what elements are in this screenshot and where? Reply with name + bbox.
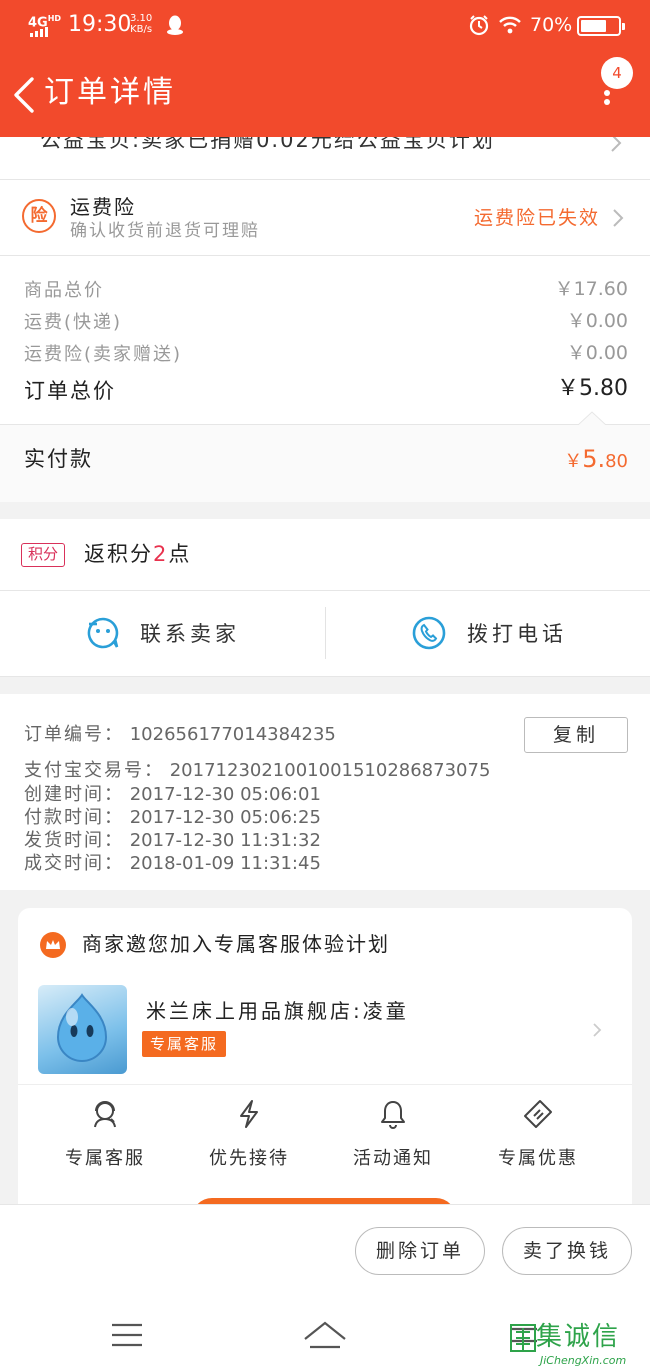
delete-order-button[interactable]: 删除订单 [355, 1227, 485, 1275]
more-menu-icon[interactable] [603, 88, 611, 110]
qq-icon [167, 15, 183, 35]
headset-icon [94, 1101, 116, 1128]
coupon-icon [524, 1100, 552, 1128]
insurance-icon: 险 [22, 199, 56, 233]
network-speed: 3.10 KB/s [130, 13, 153, 35]
contact-seller-label: 联系卖家 [140, 622, 240, 646]
paid-time-row: 付款时间： 2017-12-30 05:06:25 [24, 807, 321, 828]
price-value-shipping: ￥0.00 [566, 310, 628, 332]
chevron-right-icon [593, 1023, 602, 1037]
signal-icon [30, 27, 48, 37]
copy-button[interactable]: 复制 [524, 717, 628, 753]
points-text: 返积分2点 [84, 542, 192, 566]
feature-priority-reception[interactable]: 优先接待 [189, 1098, 309, 1173]
exclusive-service-badge: 专属客服 [142, 1031, 227, 1057]
order-number-row: 订单编号： 102656177014384235 [24, 724, 336, 745]
chevron-right-icon [613, 209, 624, 227]
battery-percent: 70% [530, 14, 573, 36]
phone-icon [412, 616, 446, 650]
charity-row[interactable]: 公益宝贝:卖家已捐赠0.02元给公益宝贝计划 [0, 137, 650, 179]
price-label-insurance: 运费险(卖家赠送) [24, 344, 183, 365]
paid-value: ￥5.80 [564, 445, 628, 473]
promo-title: 商家邀您加入专属客服体验计划 [82, 932, 390, 956]
contact-seller-button[interactable]: 联系卖家 [0, 592, 325, 676]
order-total-value: ￥5.80 [557, 376, 628, 401]
watermark-logo: 集诚信 JiChengXin.com [510, 1318, 650, 1372]
app-header: 4GHD 19:30 3.10 KB/s 70% 订单详情 4 [0, 0, 650, 137]
bell-icon [381, 1101, 405, 1129]
clock: 19:30 [68, 12, 132, 37]
chevron-right-icon [611, 137, 622, 152]
call-phone-label: 拨打电话 [467, 622, 567, 646]
watermark-icon [510, 1324, 536, 1352]
price-label-shipping: 运费(快递) [24, 312, 123, 333]
shop-name[interactable]: 米兰床上用品旗舰店:凌童 [146, 996, 409, 1026]
resell-button[interactable]: 卖了换钱 [502, 1227, 632, 1275]
shipped-time-row: 发货时间： 2017-12-30 11:31:32 [24, 830, 321, 851]
created-time-row: 创建时间： 2017-12-30 05:06:01 [24, 784, 321, 805]
notification-badge[interactable]: 4 [601, 57, 633, 89]
order-total-label: 订单总价 [24, 379, 116, 403]
completed-time-row: 成交时间： 2018-01-09 11:31:45 [24, 853, 321, 874]
alarm-icon [469, 15, 489, 36]
feature-exclusive-service[interactable]: 专属客服 [45, 1098, 165, 1173]
chat-face-icon [87, 617, 119, 649]
wifi-icon [499, 16, 521, 34]
insurance-title: 运费险 [70, 195, 136, 219]
battery-icon [577, 16, 625, 36]
feature-exclusive-discount[interactable]: 专属优惠 [478, 1098, 598, 1173]
price-label-goods: 商品总价 [24, 280, 104, 301]
home-icon[interactable] [302, 1315, 348, 1355]
pointer-caret-icon [578, 411, 606, 425]
lightning-icon [240, 1100, 258, 1128]
insurance-subtitle: 确认收货前退货可理赔 [70, 221, 260, 241]
charity-text: 公益宝贝:卖家已捐赠0.02元给公益宝贝计划 [40, 137, 495, 152]
back-arrow-icon[interactable] [12, 76, 36, 114]
page-title: 订单详情 [44, 75, 176, 110]
price-value-goods: ￥17.60 [554, 278, 628, 300]
points-tag: 积分 [21, 543, 65, 567]
paid-amount-row [0, 424, 650, 502]
feature-activity-notice[interactable]: 活动通知 [333, 1098, 453, 1173]
call-phone-button[interactable]: 拨打电话 [326, 592, 650, 676]
insurance-status[interactable]: 运费险已失效 [474, 204, 600, 232]
alipay-trade-row: 支付宝交易号： 2017123021001001510286873075 [24, 760, 491, 781]
crown-icon [40, 932, 66, 958]
price-value-insurance: ￥0.00 [566, 342, 628, 364]
service-plan-card: 商家邀您加入专属客服体验计划 米兰床上用品旗舰店:凌童 专属客服 专属客服 优先… [18, 908, 632, 1238]
menu-icon[interactable] [110, 1315, 144, 1355]
shop-avatar[interactable] [38, 985, 127, 1074]
paid-label: 实付款 [24, 447, 93, 471]
order-number: 102656177014384235 [129, 724, 336, 745]
status-bar: 4GHD 19:30 3.10 KB/s 70% [0, 0, 650, 52]
